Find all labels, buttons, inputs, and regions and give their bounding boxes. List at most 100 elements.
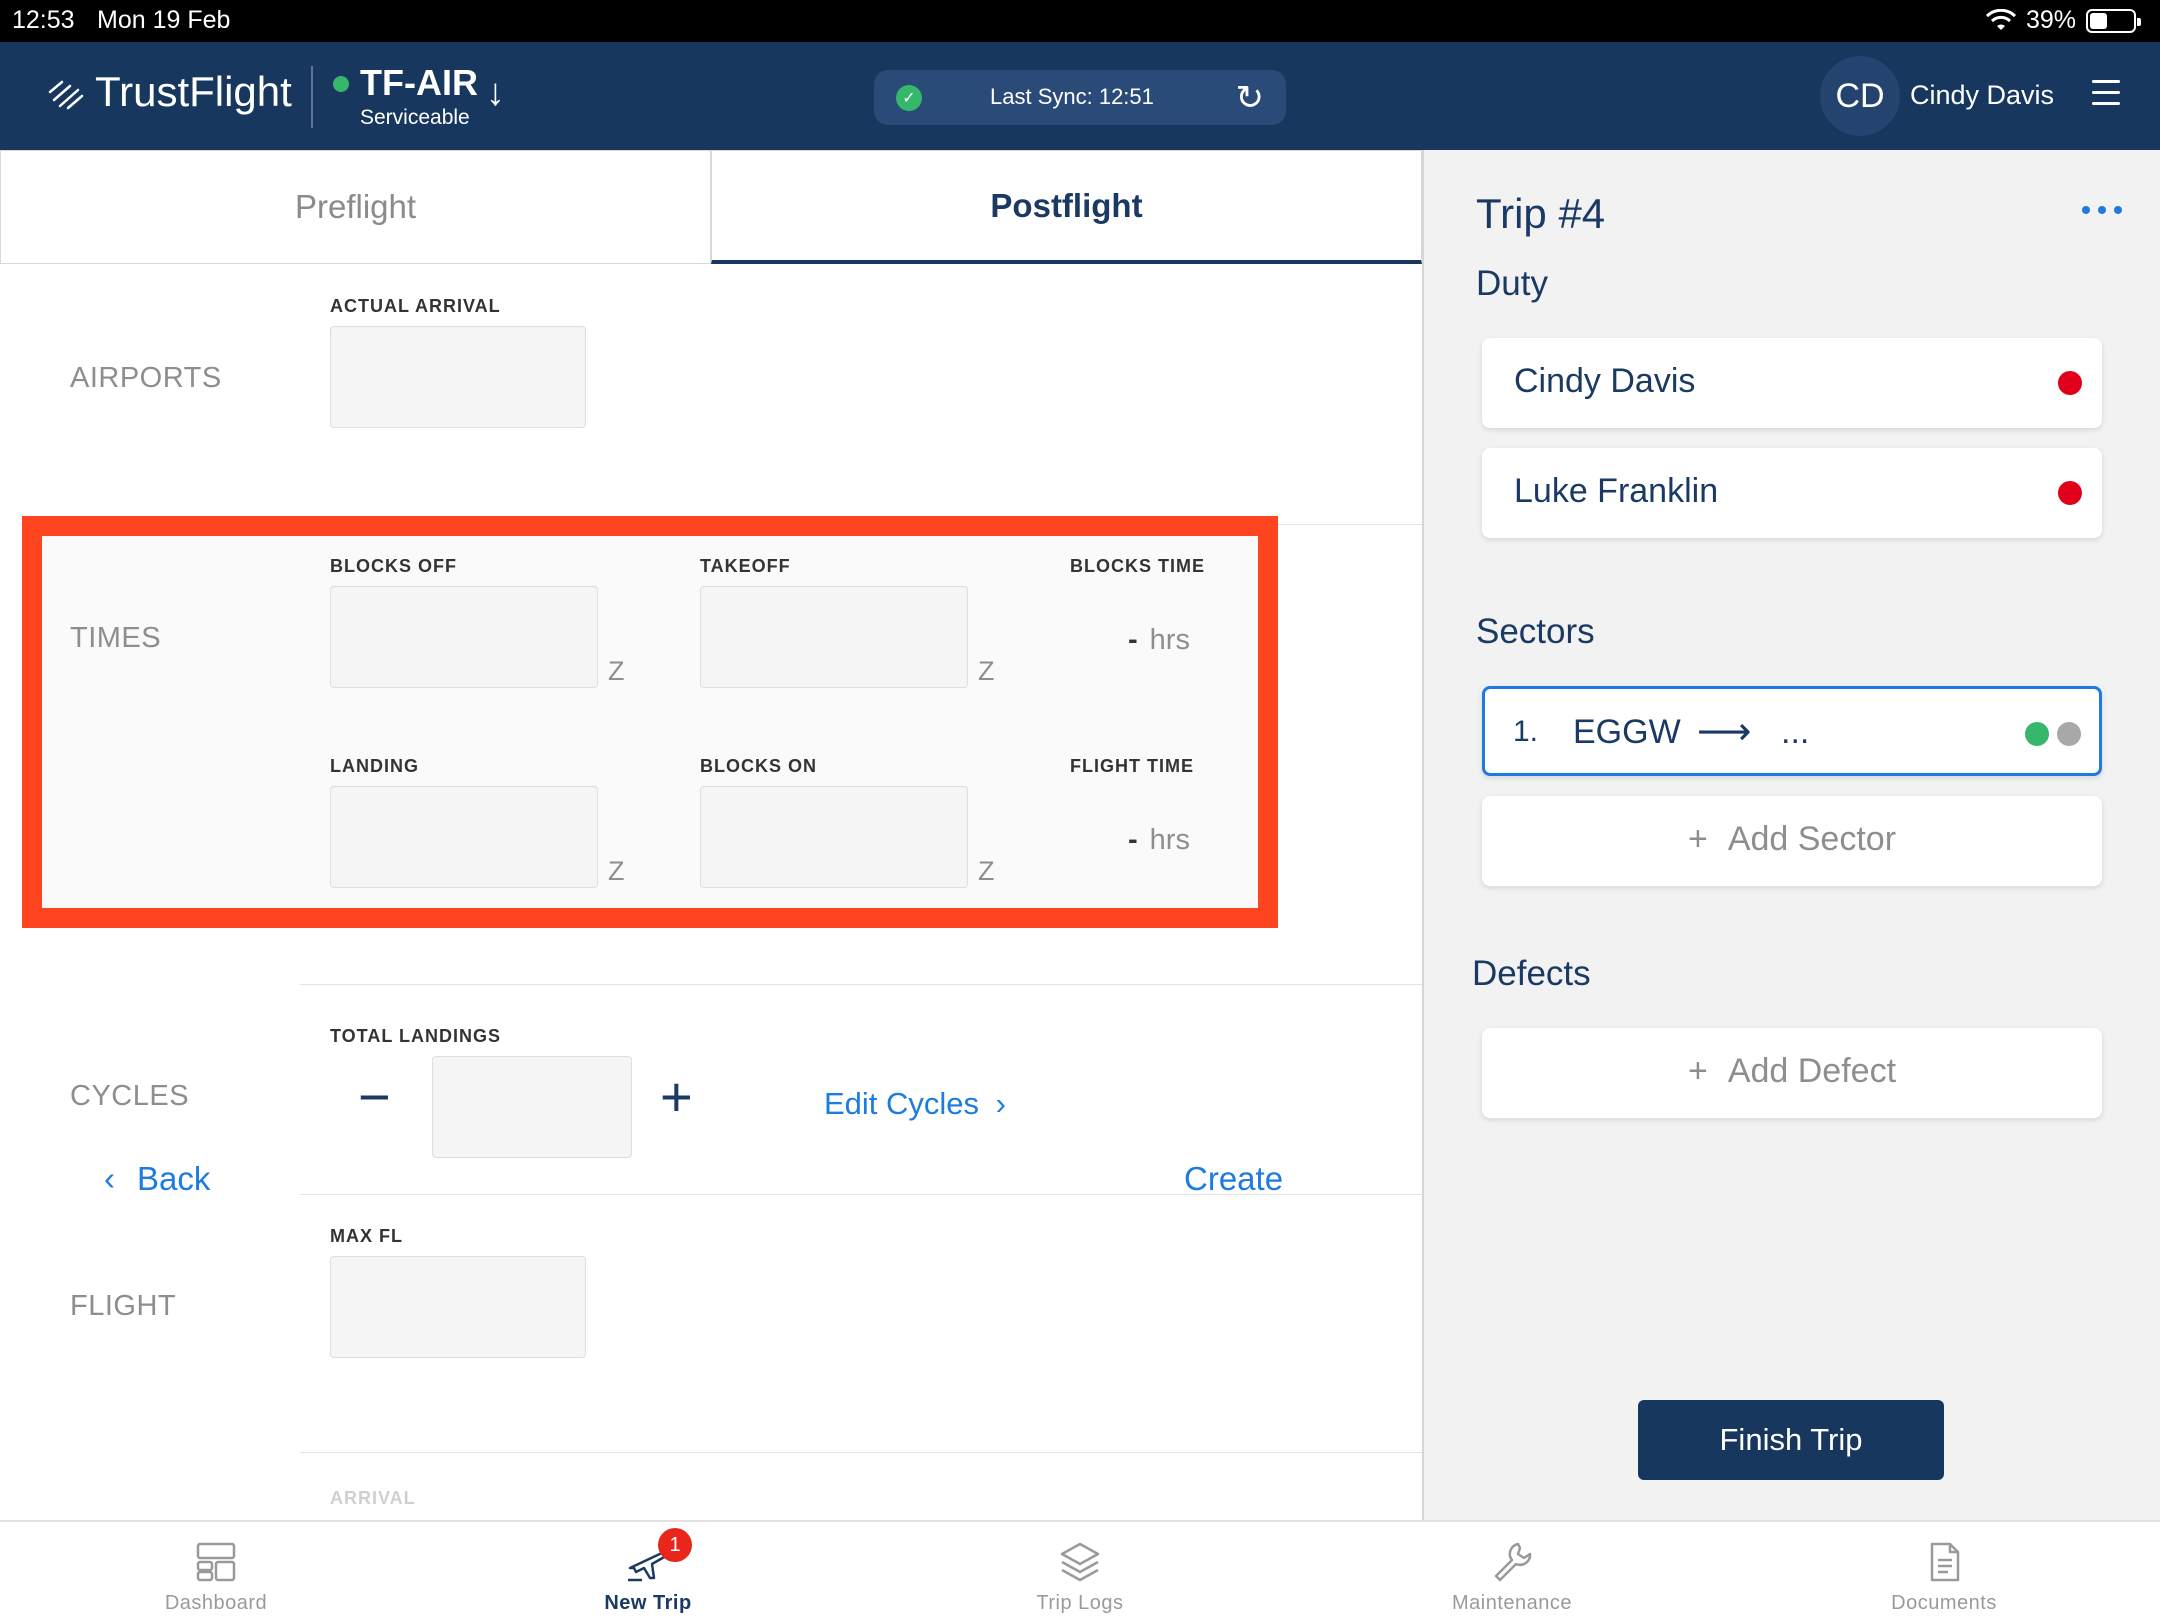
section-label-flight: FLIGHT [70,1290,177,1322]
app-header: TrustFlight TF-AIR Serviceable ↓ ✓ Last … [0,42,2160,150]
aircraft-registration[interactable]: TF-AIR [360,62,478,104]
blocks-time-value: - hrs [1128,624,1190,657]
trip-logs-icon [1060,1542,1100,1582]
hrs-unit: hrs [1149,624,1190,656]
crew-status-dot [2058,481,2082,505]
tab-preflight[interactable]: Preflight [0,150,711,264]
landing-input[interactable] [330,786,598,888]
add-sector-button[interactable]: + Add Sector [1482,796,2102,886]
dashboard-icon [196,1542,236,1582]
crew-status-dot [2058,371,2082,395]
blocks-off-input[interactable] [330,586,598,688]
add-defect-label: Add Defect [1727,1052,1897,1090]
edit-cycles-label: Edit Cycles [824,1086,980,1121]
plus-icon: + [1687,1052,1708,1090]
postflight-form: AIRPORTS ACTUAL ARRIVAL TIMES BLOCKS OFF… [0,264,1422,1520]
plus-icon: + [1687,820,1708,858]
arrow-down-icon[interactable]: ↓ [486,72,505,115]
aircraft-status-dot [333,76,349,92]
back-button[interactable]: ‹ Back [104,1160,210,1198]
add-sector-label: Add Sector [1727,820,1897,858]
zulu-suffix: Z [978,856,995,886]
divider [300,1452,1422,1453]
sector-status-dot [2025,722,2049,746]
tab-postflight[interactable]: Postflight [711,150,1422,264]
more-options-icon[interactable] [2082,206,2122,214]
blocks-on-input[interactable] [700,786,968,888]
tabbar-label: Documents [1891,1592,1997,1614]
zulu-suffix: Z [978,656,995,686]
back-label: Back [137,1160,211,1197]
sector-status-dot [2057,722,2081,746]
chevron-left-icon: ‹ [104,1160,115,1197]
trustflight-logo-icon [48,80,84,110]
zulu-suffix: Z [608,856,625,886]
blocks-time-label: BLOCKS TIME [1070,556,1205,576]
sector-card[interactable]: 1. EGGW ⟶ ... [1482,686,2102,776]
landing-label: LANDING [330,756,419,776]
actual-arrival-input[interactable] [330,326,586,428]
tabbar-label: Maintenance [1451,1592,1573,1614]
battery-percent: 39% [2025,6,2076,34]
trip-title: Trip #4 [1476,190,1606,237]
decrement-button[interactable]: − [358,1064,391,1129]
divider [300,984,1422,985]
section-label-airports: AIRPORTS [70,362,222,394]
takeoff-label: TAKEOFF [700,556,791,576]
status-bar: 12:53 Mon 19 Feb 39% [0,0,2160,42]
sectors-heading: Sectors [1476,612,1595,651]
notification-badge: 1 [658,1528,692,1562]
hrs-unit: hrs [1149,824,1190,856]
edit-cycles-link[interactable]: Edit Cycles › [824,1086,1006,1122]
tabbar-item-documents[interactable]: Documents [1728,1522,2160,1620]
section-label-times: TIMES [70,622,162,654]
check-circle-icon: ✓ [896,85,922,111]
tabbar-item-maintenance[interactable]: Maintenance [1296,1522,1728,1620]
flight-time-dash: - [1128,824,1138,856]
battery-icon [2086,8,2141,33]
actual-arrival-label: ACTUAL ARRIVAL [330,296,501,316]
sync-status[interactable]: ✓ Last Sync: 12:51 ↻ [874,70,1286,125]
user-avatar[interactable]: CD [1820,56,1900,136]
finish-trip-button[interactable]: Finish Trip [1638,1400,1944,1480]
refresh-icon[interactable]: ↻ [1236,78,1265,118]
status-right: 39% [1985,6,2141,35]
create-button[interactable]: Create [1184,1160,1283,1198]
user-name[interactable]: Cindy Davis [1910,80,2054,111]
zulu-suffix: Z [608,656,625,686]
last-sync-text: Last Sync: 12:51 [990,84,1154,109]
max-fl-input[interactable] [330,1256,586,1358]
defects-heading: Defects [1472,954,1591,993]
hamburger-menu-icon[interactable] [2092,80,2120,108]
blocks-time-dash: - [1128,624,1138,656]
tabbar-label: New Trip [604,1592,692,1614]
wrench-icon [1494,1542,1532,1582]
crew-name: Luke Franklin [1514,472,1719,510]
crew-card[interactable]: Luke Franklin [1482,448,2102,538]
takeoff-input[interactable] [700,586,968,688]
trip-summary-panel: Trip #4 Duty Cindy Davis Luke Franklin S… [1422,150,2160,1520]
documents-icon [1930,1542,1960,1582]
duty-heading: Duty [1476,264,1548,303]
tabbar-item-trip-logs[interactable]: Trip Logs [864,1522,1296,1620]
crew-card[interactable]: Cindy Davis [1482,338,2102,428]
header-divider [311,66,313,128]
times-highlight-box [22,516,1278,928]
flight-time-label: FLIGHT TIME [1070,756,1194,776]
blocks-on-label: BLOCKS ON [700,756,817,776]
add-defect-button[interactable]: + Add Defect [1482,1028,2102,1118]
increment-button[interactable]: + [660,1064,693,1129]
tabbar-label: Trip Logs [1036,1592,1124,1614]
total-landings-input[interactable] [432,1056,632,1158]
blocks-off-label: BLOCKS OFF [330,556,457,576]
status-date: Mon 19 Feb [97,6,231,34]
sector-origin: EGGW [1573,713,1681,751]
status-time: 12:53 [12,6,75,34]
brand-name: TrustFlight [95,68,292,115]
tabbar-item-dashboard[interactable]: Dashboard [0,1522,432,1620]
tabbar-item-new-trip[interactable]: New Trip 1 [432,1522,864,1620]
tabbar-label: Dashboard [164,1592,268,1614]
total-landings-label: TOTAL LANDINGS [330,1026,501,1046]
chevron-right-icon: › [995,1086,1006,1121]
long-arrow-right-icon: ⟶ [1697,711,1752,753]
